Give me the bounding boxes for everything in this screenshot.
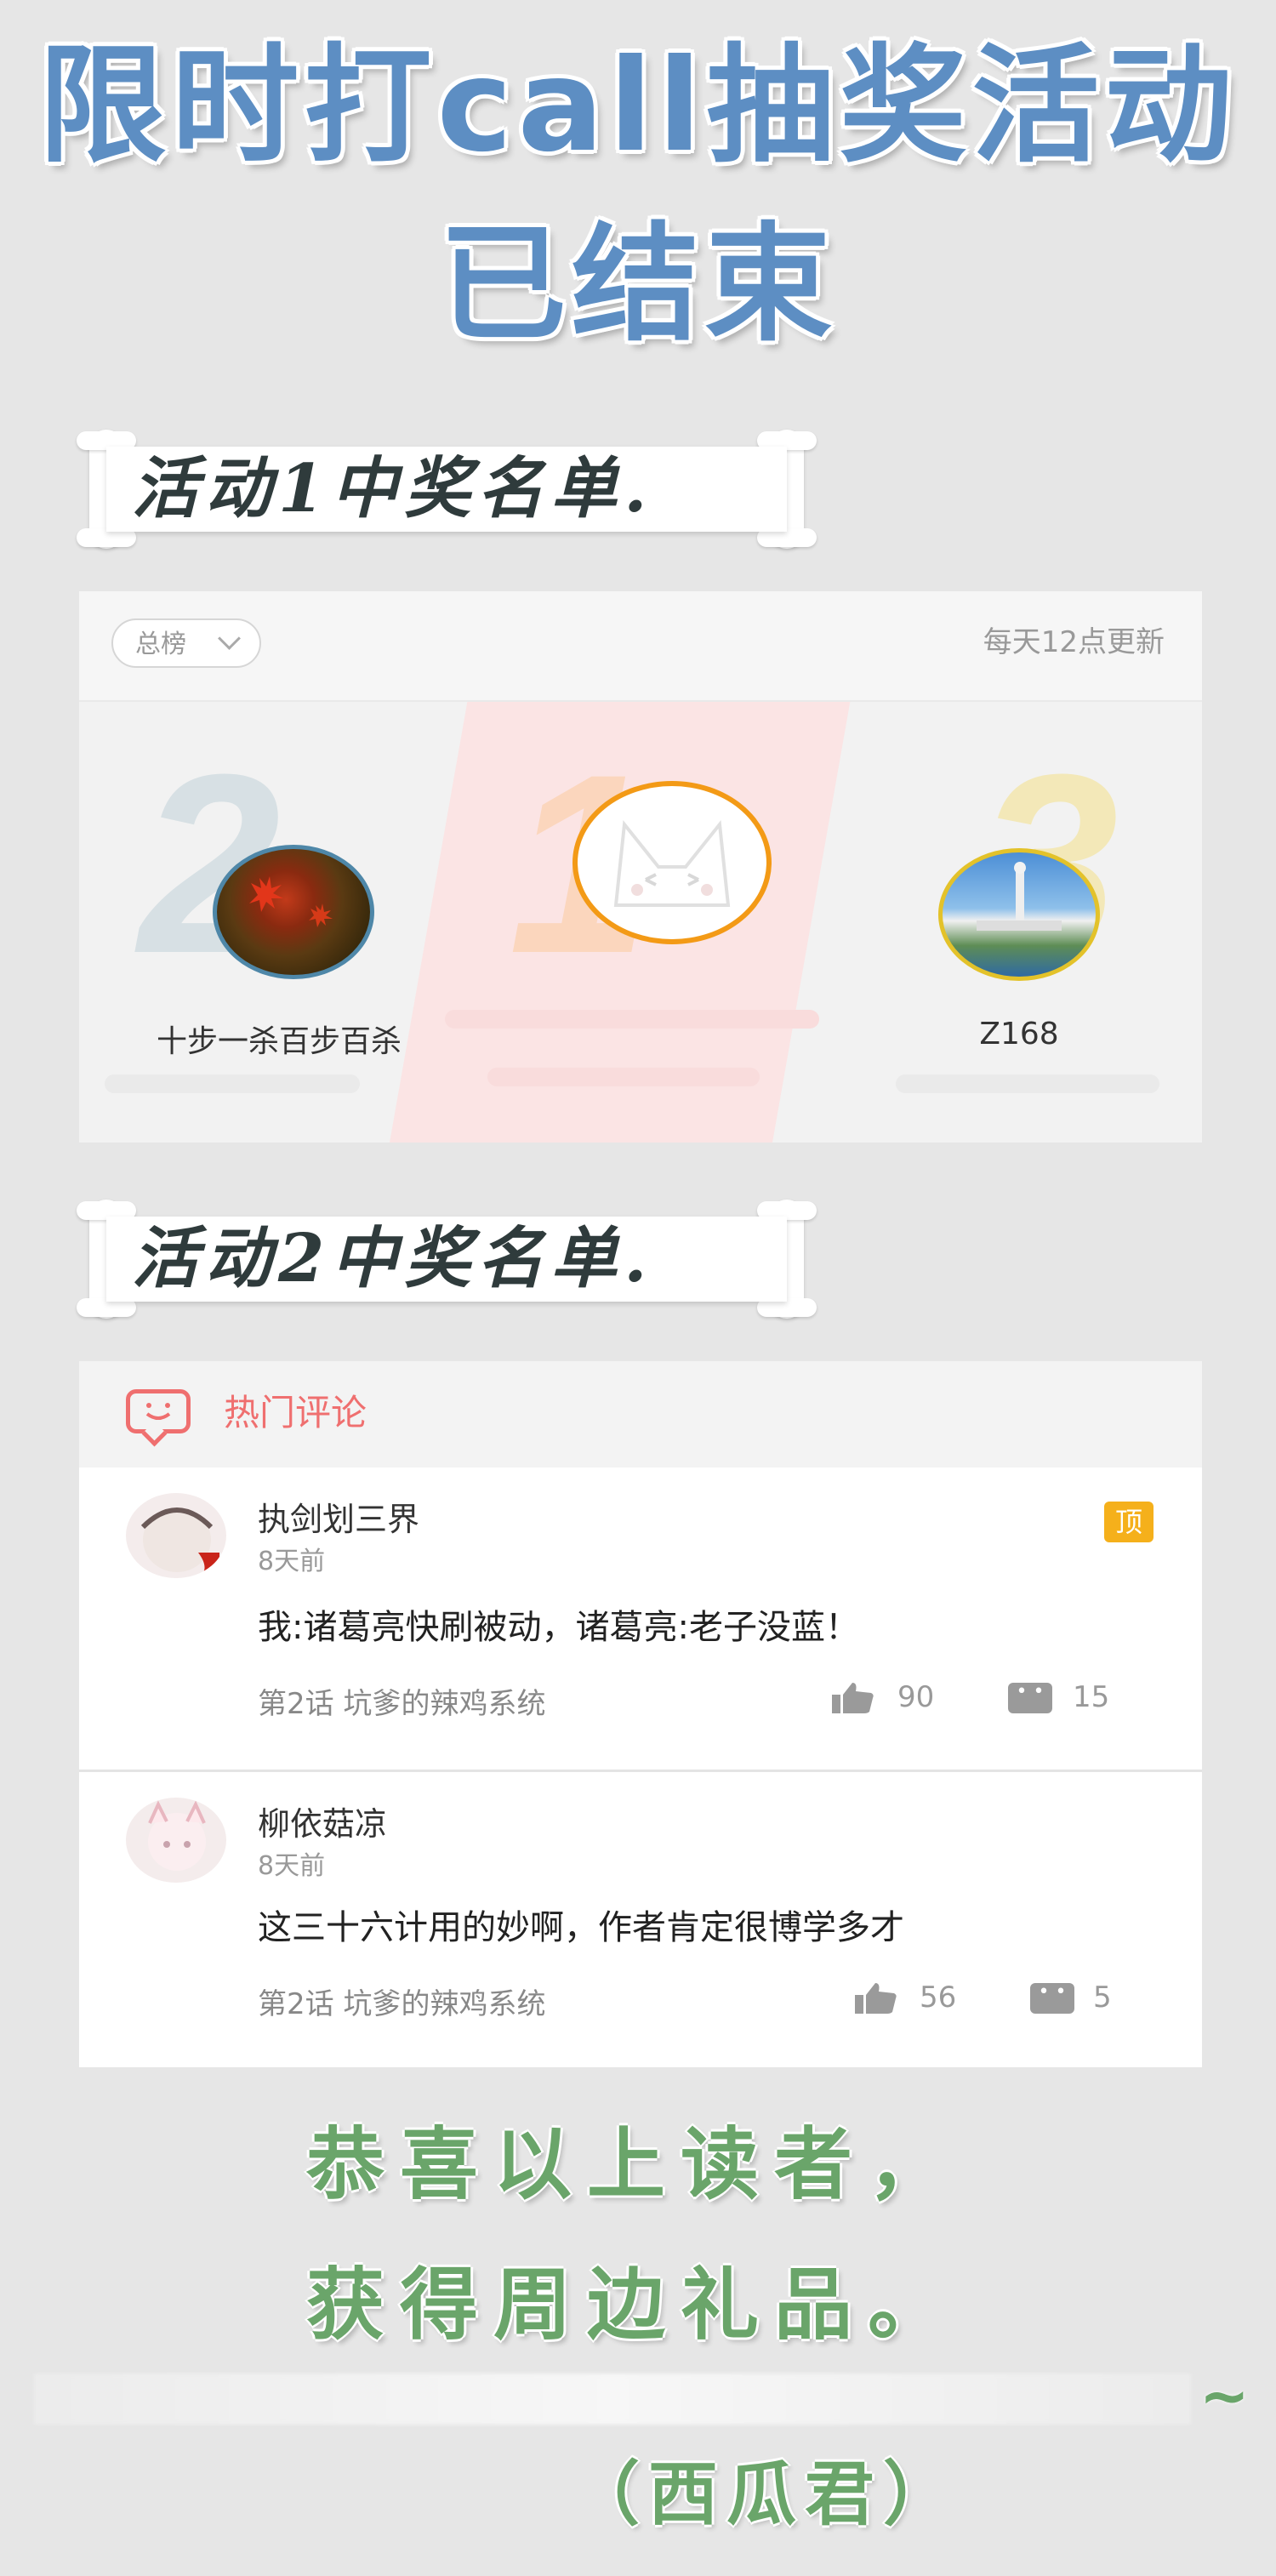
blurred-text-line — [34, 2374, 1191, 2425]
rank-3-name: Z168 — [979, 1017, 1059, 1051]
comment-smile-icon — [126, 1389, 191, 1433]
like-count: 90 — [897, 1680, 935, 1714]
reply-icon[interactable] — [1008, 1681, 1052, 1713]
comment-time: 8天前 — [258, 1547, 326, 1576]
rank-2-avatar[interactable] — [213, 845, 374, 979]
page-title-line-2: 已结束 — [438, 211, 837, 359]
hot-comments-title: 热门评论 — [224, 1392, 367, 1433]
pinned-badge: 顶 — [1104, 1502, 1154, 1542]
hot-comments-header: 热门评论 — [79, 1361, 1202, 1468]
tilde-mark: ~ — [1199, 2361, 1250, 2431]
ranking-tab-label: 总榜 — [135, 630, 186, 659]
comment-time: 8天前 — [258, 1851, 326, 1881]
leaderboard-header: 总榜 每天12点更新 — [79, 591, 1202, 702]
rank-1-blurred-name — [445, 1010, 819, 1029]
comment-text: 我:诸葛亮快刷被动，诸葛亮:老子没蓝！ — [258, 1608, 859, 1647]
rank-1-avatar[interactable] — [572, 781, 772, 944]
like-count: 56 — [920, 1980, 957, 2015]
update-note: 每天12点更新 — [983, 625, 1165, 659]
chevron-down-icon — [218, 627, 241, 650]
leaderboard-card: 总榜 每天12点更新 2 1 3 十步一杀百步百杀 Z168 — [79, 591, 1202, 1143]
reply-icon[interactable] — [1030, 1981, 1074, 2014]
rank-3-blurred-info — [896, 1074, 1159, 1093]
comment-username[interactable]: 柳依菇凉 — [258, 1798, 387, 1844]
section-1-title: 活动1中奖名单. — [132, 450, 654, 527]
comment-avatar[interactable] — [126, 1493, 226, 1578]
reply-count: 15 — [1073, 1680, 1110, 1714]
congrats-line-1: 恭喜以上读者， — [306, 2119, 962, 2210]
ranking-tab-dropdown[interactable]: 总榜 — [111, 618, 261, 668]
comment-item[interactable]: 执剑划三界 8天前 顶 我:诸葛亮快刷被动，诸葛亮:老子没蓝！ 第2话 坑爹的辣… — [79, 1468, 1202, 1770]
comment-text: 这三十六计用的妙啊，作者肯定很博学多才 — [258, 1908, 904, 1947]
signature: （西瓜君） — [570, 2454, 962, 2535]
congrats-line-2: 获得周边礼品。 — [306, 2260, 962, 2351]
page-title-line-1: 限时打call抽奖活动 — [38, 32, 1238, 180]
thumbs-up-icon[interactable] — [832, 1683, 874, 1713]
comment-username[interactable]: 执剑划三界 — [258, 1493, 419, 1540]
rank-2-blurred-info — [105, 1074, 360, 1093]
hot-comments-panel: 热门评论 执剑划三界 8天前 顶 我:诸葛亮快刷被动，诸葛亮:老子没蓝！ 第2话… — [79, 1361, 1202, 2067]
section-2-banner: 活动2中奖名单. — [77, 1200, 817, 1319]
comment-source[interactable]: 第2话 坑爹的辣鸡系统 — [258, 1980, 545, 2022]
rank-2-name: 十步一杀百步百杀 — [156, 1024, 402, 1059]
rank-1-blurred-info — [487, 1068, 760, 1086]
comment-item[interactable]: 柳依菇凉 8天前 这三十六计用的妙啊，作者肯定很博学多才 第2话 坑爹的辣鸡系统… — [79, 1772, 1202, 2067]
thumbs-up-icon[interactable] — [855, 1983, 897, 2014]
section-1-banner: 活动1中奖名单. — [77, 430, 817, 549]
rank-3-avatar[interactable] — [938, 848, 1100, 981]
comment-source[interactable]: 第2话 坑爹的辣鸡系统 — [258, 1680, 545, 1722]
comment-avatar[interactable] — [126, 1798, 226, 1883]
reply-count: 5 — [1093, 1980, 1112, 2015]
section-2-title: 活动2中奖名单. — [132, 1220, 654, 1297]
